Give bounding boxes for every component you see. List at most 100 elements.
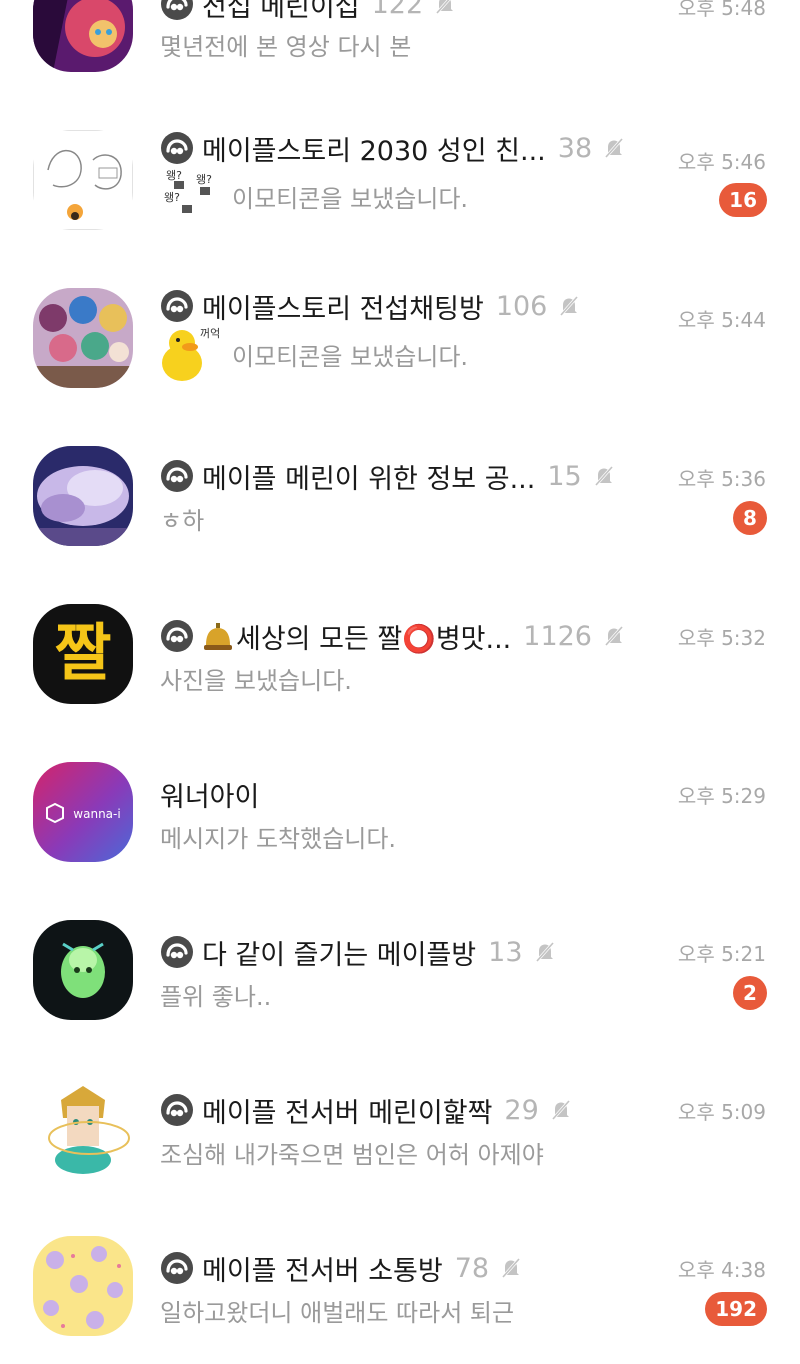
member-count: 15 [547, 460, 582, 492]
last-message-time: 오후 5:44 [677, 308, 766, 332]
last-message-time: 오후 5:21 [677, 942, 766, 966]
chat-name: 메이플스토리 전섭채팅방 [202, 293, 484, 325]
chat-title-line: 메이플 전서버 소통방 78 [160, 1248, 680, 1288]
unread-badge: 192 [705, 1292, 767, 1326]
svg-text:왱?: 왱? [196, 173, 212, 186]
open-chat-icon [160, 935, 194, 969]
chat-avatar [33, 288, 133, 388]
bell-off-icon [533, 940, 557, 964]
unread-badge: 8 [733, 501, 767, 535]
chat-title-line: 워너아이 [160, 774, 680, 814]
open-chat-icon [160, 619, 194, 653]
chat-title-line: 메이플스토리 전섭채팅방 106 [160, 286, 680, 326]
chat-preview-line: 꺼억 이모티콘을 보냈습니다. [160, 327, 680, 381]
chat-row[interactable]: 메이플 전서버 메린이핥짝 29 조심해 내가죽으면 범인은 어허 아제야 오후… [0, 1048, 800, 1206]
chat-row[interactable]: 메이플스토리 전섭채팅방 106 꺼억 이모티콘을 보냈습니다. 오후 5:44 [0, 258, 800, 416]
last-message-time: 오후 5:09 [677, 1100, 766, 1124]
member-count: 13 [488, 936, 523, 968]
chat-avatar [33, 1078, 133, 1178]
chat-row[interactable]: wanna-i 워너아이 메시지가 도착했습니다. 오후 5:29 [0, 732, 800, 890]
chat-name: 워너아이 [160, 781, 260, 813]
bell-off-icon [499, 1256, 523, 1280]
member-count: 1126 [523, 620, 592, 652]
chat-name: 전섭 메린이섭 [202, 0, 360, 23]
bell-off-icon [602, 136, 626, 160]
svg-text:꺼억: 꺼억 [200, 327, 220, 340]
chat-row[interactable]: 메이플스토리 2030 성인 친... 38 왱? 왱? 왱? 이모티콘을 보냈… [0, 100, 800, 258]
chat-row[interactable]: 메이플 전서버 소통방 78 일하고왔더니 애벌래도 따라서 퇴근 오후 4:3… [0, 1206, 800, 1364]
chat-avatar [33, 130, 133, 230]
last-message: 이모티콘을 보냈습니다. [232, 342, 469, 371]
chat-preview-line: 일하고왔더니 애벌래도 따라서 퇴근 [160, 1290, 680, 1330]
unread-badge: 16 [719, 183, 767, 217]
chat-avatar [33, 1236, 133, 1336]
last-message-time: 오후 5:46 [677, 150, 766, 174]
bell-off-icon [592, 464, 616, 488]
chat-avatar: 짤 [33, 604, 133, 704]
chat-preview-line: ㅎ하 [160, 498, 680, 538]
svg-text:짤: 짤 [54, 616, 111, 689]
chat-avatar: wanna-i [33, 762, 133, 862]
last-message: 조심해 내가죽으면 범인은 어허 아제야 [160, 1140, 544, 1169]
chat-preview-line: 몇년전에 본 영상 다시 본 [160, 24, 680, 64]
member-count: 29 [504, 1094, 539, 1126]
sticker-thumbnail: 꺼억 [160, 323, 224, 385]
chat-name: 메이플스토리 2030 성인 친... [202, 135, 546, 167]
chat-name: 메이플 전서버 소통방 [202, 1255, 443, 1287]
bell-off-icon [557, 294, 581, 318]
open-chat-icon [160, 1093, 194, 1127]
last-message-time: 오후 5:36 [677, 467, 766, 491]
bell-off-icon [602, 624, 626, 648]
chat-preview-line: 사진을 보냈습니다. [160, 658, 680, 698]
chat-title-line: 전섭 메린이섭 122 [160, 0, 680, 24]
chat-avatar [33, 446, 133, 546]
last-message-time: 오후 5:48 [677, 0, 766, 20]
last-message: ㅎ하 [160, 506, 205, 535]
chat-avatar [33, 920, 133, 1020]
last-message: 몇년전에 본 영상 다시 본 [160, 32, 412, 61]
last-message: 이모티콘을 보냈습니다. [232, 184, 469, 213]
unread-badge: 2 [733, 976, 767, 1010]
open-chat-icon [160, 0, 194, 21]
chat-title-line: 메이플 전서버 메린이핥짝 29 [160, 1090, 680, 1130]
bell-off-icon [549, 1098, 573, 1122]
sticker-thumbnail: 왱? 왱? 왱? [160, 165, 224, 227]
chat-row[interactable]: 전섭 메린이섭 122 몇년전에 본 영상 다시 본 오후 5:48 [0, 0, 800, 100]
member-count: 78 [454, 1252, 490, 1284]
chat-preview-line: 메시지가 도착했습니다. [160, 816, 680, 856]
chat-row[interactable]: 짤 세상의 모든 짤⭕병맛... 1126 사진을 보냈습니다. 오후 5:32 [0, 574, 800, 732]
member-count: 122 [371, 0, 424, 20]
last-message: 메시지가 도착했습니다. [160, 824, 397, 853]
last-message-time: 오후 5:32 [677, 626, 766, 650]
chat-title-line: 메이플스토리 2030 성인 친... 38 [160, 128, 680, 168]
chat-row[interactable]: 메이플 메린이 위한 정보 공... 15 ㅎ하 오후 5:36 8 [0, 416, 800, 574]
bell-off-icon [433, 0, 457, 16]
member-count: 106 [495, 290, 548, 322]
last-message: 플위 좋나.. [160, 982, 272, 1011]
svg-text:왱?: 왱? [166, 169, 182, 182]
chat-title-line: 세상의 모든 짤⭕병맛... 1126 [160, 616, 680, 656]
last-message-time: 오후 4:38 [677, 1258, 766, 1282]
chat-title-line: 다 같이 즐기는 메이플방 13 [160, 932, 680, 972]
chat-avatar [33, 0, 133, 72]
last-message-time: 오후 5:29 [677, 784, 766, 808]
open-chat-icon [160, 131, 194, 165]
svg-text:wanna-i: wanna-i [73, 807, 120, 821]
chat-preview-line: 플위 좋나.. [160, 974, 680, 1014]
chat-row[interactable]: 다 같이 즐기는 메이플방 13 플위 좋나.. 오후 5:21 2 [0, 890, 800, 1048]
member-count: 38 [557, 132, 593, 164]
bell-emoji-icon [202, 619, 234, 653]
last-message: 사진을 보냈습니다. [160, 666, 352, 695]
last-message: 일하고왔더니 애벌래도 따라서 퇴근 [160, 1298, 515, 1327]
chat-preview-line: 왱? 왱? 왱? 이모티콘을 보냈습니다. [160, 169, 680, 216]
chat-title-line: 메이플 메린이 위한 정보 공... 15 [160, 456, 680, 496]
chat-preview-line: 조심해 내가죽으면 범인은 어허 아제야 [160, 1132, 680, 1172]
chat-name: 다 같이 즐기는 메이플방 [202, 939, 477, 971]
chat-name: 메이플 전서버 메린이핥짝 [202, 1097, 493, 1129]
open-chat-icon [160, 459, 194, 493]
svg-text:왱?: 왱? [164, 191, 180, 204]
open-chat-icon [160, 1251, 194, 1285]
chat-name: 메이플 메린이 위한 정보 공... [202, 463, 536, 495]
chat-name: 세상의 모든 짤⭕병맛... [236, 623, 512, 655]
open-chat-icon [160, 289, 194, 323]
